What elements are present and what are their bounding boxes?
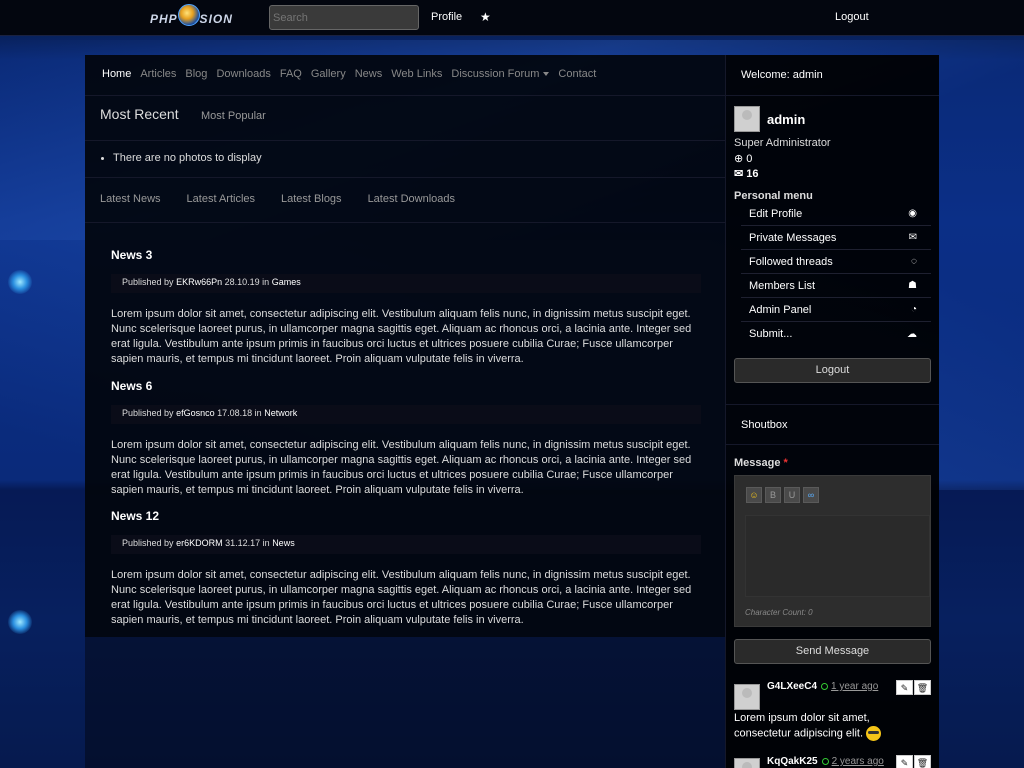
news-author[interactable]: EKRw66Pn	[176, 277, 222, 287]
news-category[interactable]: News	[272, 538, 295, 548]
menu-item-submit[interactable]: Submit... ☁	[741, 322, 931, 346]
nav-item-faq[interactable]: FAQ	[280, 68, 302, 80]
welcome-text: Welcome: admin	[741, 69, 823, 81]
news-title[interactable]: News 3	[111, 248, 701, 262]
news-category[interactable]: Games	[272, 277, 301, 287]
nav-item-blog[interactable]: Blog	[185, 68, 207, 80]
user-points: ⊕ 0	[734, 153, 753, 165]
news-item: News 3 Published by EKRw66Pn 28.10.19 in…	[111, 248, 701, 367]
avatar[interactable]	[734, 106, 760, 132]
tab-latest-news[interactable]: Latest News	[100, 193, 161, 205]
tab-most-recent[interactable]: Most Recent	[100, 106, 179, 122]
edit-icon[interactable]: ✎	[896, 680, 913, 695]
tab-most-popular[interactable]: Most Popular	[201, 110, 266, 122]
avatar[interactable]	[734, 684, 760, 710]
nav-item-web-links[interactable]: Web Links	[391, 68, 442, 80]
nav-item-news[interactable]: News	[355, 68, 383, 80]
news-author[interactable]: er6KDORM	[176, 538, 223, 548]
background-glow	[8, 270, 32, 294]
online-status-icon	[821, 757, 829, 765]
shout-author[interactable]: G4LXeeC4 1 year ago	[767, 681, 878, 692]
envelope-icon: ✉	[734, 168, 744, 180]
tab-latest-downloads[interactable]: Latest Downloads	[368, 193, 455, 205]
editor-toolbar: ☺ B U ∞	[746, 487, 819, 503]
shout-actions: ✎ 🗑	[896, 680, 931, 695]
nav-item-discussion-forum[interactable]: Discussion Forum	[451, 68, 550, 80]
users-icon: ☗	[908, 280, 917, 291]
avatar[interactable]	[734, 758, 760, 768]
star-icon[interactable]: ★	[480, 10, 491, 24]
username[interactable]: admin	[767, 112, 805, 127]
user-role: Super Administrator	[734, 137, 831, 149]
menu-item-private-messages[interactable]: Private Messages ✉	[741, 226, 931, 250]
site-logo[interactable]: PHP FUSION	[150, 4, 260, 32]
shout-text: Lorem ipsum dolor sit amet, consectetur …	[734, 711, 929, 741]
envelope-icon: ✉	[908, 232, 917, 243]
bold-icon[interactable]: B	[765, 487, 781, 503]
trash-icon[interactable]: 🗑	[914, 755, 931, 768]
news-item: News 6 Published by efGosnco 17.08.18 in…	[111, 379, 701, 498]
plus-circle-icon: ⊕	[734, 153, 744, 165]
news-body: Lorem ipsum dolor sit amet, consectetur …	[111, 439, 692, 496]
news-category[interactable]: Network	[264, 408, 297, 418]
menu-item-edit-profile[interactable]: Edit Profile ◉	[741, 202, 931, 226]
personal-menu-title: Personal menu	[734, 190, 813, 202]
main-nav: Home Articles Blog Downloads FAQ Gallery…	[102, 68, 596, 80]
news-title[interactable]: News 12	[111, 509, 701, 523]
user-circle-icon: ◉	[908, 208, 917, 219]
nav-item-home[interactable]: Home	[102, 68, 131, 80]
news-author[interactable]: efGosnco	[176, 408, 215, 418]
message-label: Message *	[734, 457, 788, 469]
comment-icon: ◌	[911, 256, 917, 267]
message-textarea[interactable]	[745, 515, 930, 597]
news-meta: Published by efGosnco 17.08.18 in Networ…	[111, 405, 701, 424]
cloud-upload-icon: ☁	[907, 328, 917, 340]
news-body: Lorem ipsum dolor sit amet, consectetur …	[111, 569, 692, 626]
shoutbox-title: Shoutbox	[741, 419, 788, 431]
logo-orb-icon	[178, 4, 200, 26]
character-count: Character Count: 0	[745, 608, 813, 617]
tab-latest-blogs[interactable]: Latest Blogs	[281, 193, 342, 205]
caret-down-icon	[543, 72, 550, 77]
dashboard-icon: ◔	[910, 304, 917, 315]
content-tabs: Latest News Latest Articles Latest Blogs…	[100, 193, 455, 205]
logout-link[interactable]: Logout	[835, 11, 869, 23]
shout-actions: ✎ 🗑	[896, 755, 931, 768]
profile-link[interactable]: Profile	[431, 11, 462, 23]
emoji-icon	[866, 726, 882, 741]
shout-time[interactable]: 1 year ago	[831, 681, 878, 692]
menu-item-followed-threads[interactable]: Followed threads ◌	[741, 250, 931, 274]
menu-item-admin-panel[interactable]: Admin Panel ◔	[741, 298, 931, 322]
news-title[interactable]: News 6	[111, 379, 701, 393]
send-message-button[interactable]: Send Message	[734, 639, 931, 664]
shout-time[interactable]: 2 years ago	[832, 756, 884, 767]
news-item: News 12 Published by er6KDORM 31.12.17 i…	[111, 509, 701, 628]
menu-item-members-list[interactable]: Members List ☗	[741, 274, 931, 298]
background-glow	[8, 610, 32, 634]
nav-item-articles[interactable]: Articles	[140, 68, 176, 80]
news-body: Lorem ipsum dolor sit amet, consectetur …	[111, 308, 692, 365]
shout-author[interactable]: KqQakK25 2 years ago	[767, 756, 884, 767]
sidebar-logout-button[interactable]: Logout	[734, 358, 931, 383]
search-input[interactable]	[269, 5, 419, 30]
nav-item-downloads[interactable]: Downloads	[216, 68, 270, 80]
underline-icon[interactable]: U	[784, 487, 800, 503]
news-meta: Published by er6KDORM 31.12.17 in News	[111, 535, 701, 554]
no-photos-message: There are no photos to display	[101, 152, 262, 164]
news-meta: Published by EKRw66Pn 28.10.19 in Games	[111, 274, 701, 293]
smiley-icon[interactable]: ☺	[746, 487, 762, 503]
online-status-icon	[821, 682, 829, 690]
nav-item-contact[interactable]: Contact	[558, 68, 596, 80]
personal-menu: Edit Profile ◉ Private Messages ✉ Followed…	[741, 202, 931, 346]
edit-icon[interactable]: ✎	[896, 755, 913, 768]
nav-item-gallery[interactable]: Gallery	[311, 68, 346, 80]
user-messages[interactable]: ✉ 16	[734, 167, 759, 180]
top-navbar: PHP FUSION Profile ★ Logout	[0, 0, 1024, 36]
trash-icon[interactable]: 🗑	[914, 680, 931, 695]
link-icon[interactable]: ∞	[803, 487, 819, 503]
tab-latest-articles[interactable]: Latest Articles	[187, 193, 255, 205]
